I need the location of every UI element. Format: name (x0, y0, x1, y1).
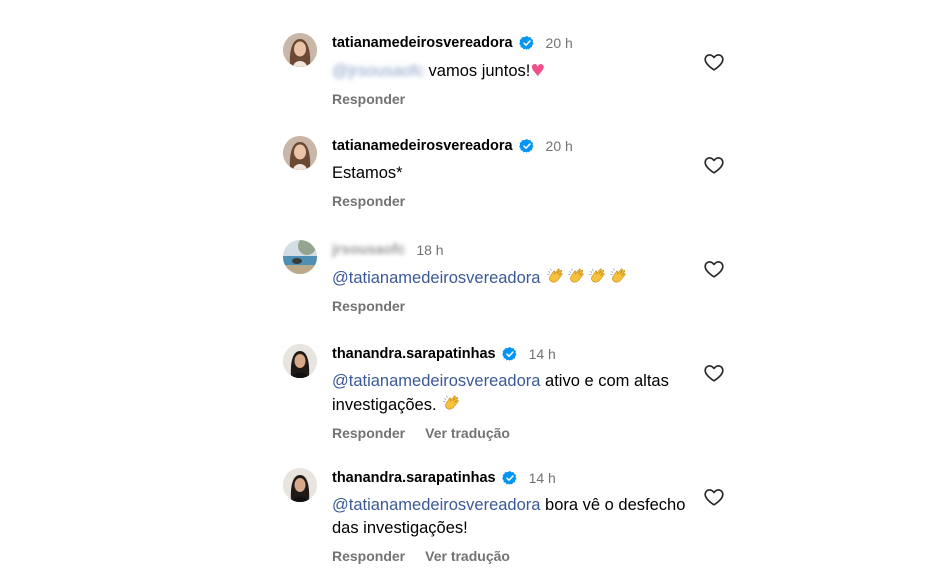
clapping-hands-icon (567, 266, 587, 286)
reply-button[interactable]: Responder (332, 91, 405, 107)
like-heart-icon[interactable] (703, 154, 725, 176)
clapping-hands-icon (609, 266, 629, 286)
avatar[interactable] (283, 136, 317, 170)
comment-timestamp[interactable]: 20 h (546, 138, 573, 154)
comment-username[interactable]: tatianamedeirosvereadora (332, 35, 513, 51)
comment-body: Estamos* (332, 164, 403, 182)
like-heart-icon[interactable] (703, 362, 725, 384)
comment-timestamp[interactable]: 14 h (529, 346, 556, 362)
verified-badge-icon (502, 470, 518, 486)
comment-text: @tatianamedeirosvereadora (332, 266, 702, 290)
comment-timestamp[interactable]: 14 h (529, 470, 556, 486)
reply-button[interactable]: Responder (332, 193, 405, 209)
reply-button[interactable]: Responder (332, 548, 405, 564)
comment-username[interactable]: thanandra.sarapatinhas (332, 346, 496, 362)
verified-badge-icon (502, 346, 518, 362)
avatar[interactable] (283, 33, 317, 67)
avatar[interactable] (283, 344, 317, 378)
translate-button[interactable]: Ver tradução (425, 425, 510, 441)
comment-timestamp[interactable]: 20 h (546, 35, 573, 51)
comment-text: @tatianamedeirosvereadora bora vê o desf… (332, 494, 702, 540)
clapping-hands-icon (588, 266, 608, 286)
avatar[interactable] (283, 240, 317, 274)
like-heart-icon[interactable] (703, 258, 725, 280)
comment-text: @tatianamedeirosvereadora ativo e com al… (332, 370, 702, 417)
comment-username[interactable]: jrsousaofc (332, 242, 405, 258)
reply-button[interactable]: Responder (332, 425, 405, 441)
comment-username[interactable]: thanandra.sarapatinhas (332, 470, 496, 486)
comment-text: @jrsousaofc vamos juntos!♥ (332, 59, 702, 83)
translate-button[interactable]: Ver tradução (425, 548, 510, 564)
comment-username[interactable]: tatianamedeirosvereadora (332, 138, 513, 154)
mention-link[interactable]: @tatianamedeirosvereadora (332, 496, 540, 514)
comment-timestamp[interactable]: 18 h (416, 242, 443, 258)
verified-badge-icon (519, 35, 535, 51)
clapping-hands-icon (546, 266, 566, 286)
mention-link[interactable]: @tatianamedeirosvereadora (332, 372, 540, 390)
verified-badge-icon (519, 138, 535, 154)
clapping-hands-icon (442, 393, 462, 413)
mention-link[interactable]: @jrsousaofc (332, 62, 424, 80)
avatar[interactable] (283, 468, 317, 502)
like-heart-icon[interactable] (703, 486, 725, 508)
reply-button[interactable]: Responder (332, 298, 405, 314)
comment-body: vamos juntos! (423, 62, 531, 80)
mention-link[interactable]: @tatianamedeirosvereadora (332, 269, 540, 287)
like-heart-icon[interactable] (703, 51, 725, 73)
comment-text: Estamos* (332, 162, 702, 185)
heart-emoji-icon: ♥ (530, 61, 546, 80)
